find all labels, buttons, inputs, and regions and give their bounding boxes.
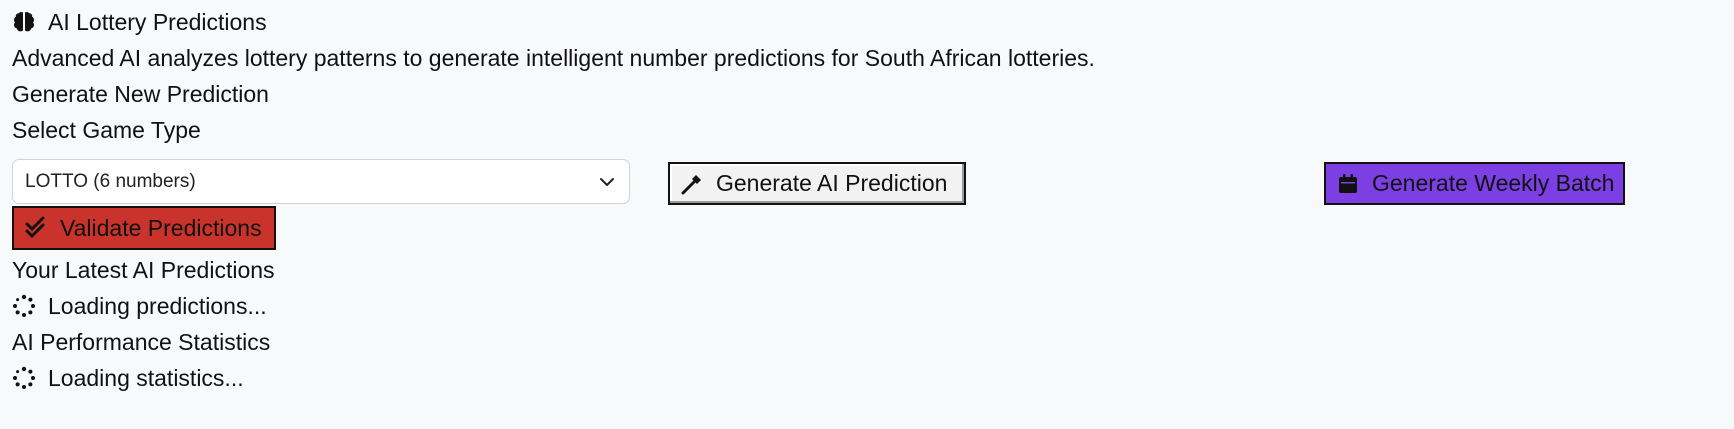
performance-statistics-title: AI Performance Statistics [12, 329, 271, 355]
validate-predictions-button[interactable]: Validate Predictions [12, 206, 276, 250]
double-check-icon [24, 216, 48, 240]
spinner-icon [12, 294, 36, 318]
predictions-loading-row: Loading predictions... [12, 291, 267, 321]
brain-icon [12, 10, 36, 34]
calendar-icon [1336, 172, 1360, 196]
validate-predictions-label: Validate Predictions [60, 214, 262, 241]
page-title-row: AI Lottery Predictions [12, 7, 267, 37]
chevron-down-icon [597, 172, 617, 192]
page-title: AI Lottery Predictions [48, 9, 267, 35]
generate-ai-prediction-label: Generate AI Prediction [716, 170, 948, 196]
spinner-icon [12, 366, 36, 390]
latest-predictions-title: Your Latest AI Predictions [12, 257, 275, 283]
game-type-select[interactable]: LOTTO (6 numbers) [12, 159, 630, 204]
generate-weekly-batch-button[interactable]: Generate Weekly Batch [1324, 162, 1625, 205]
statistics-loading-text: Loading statistics... [48, 365, 244, 391]
ai-predictions-page: AI Lottery Predictions Advanced AI analy… [0, 0, 1734, 429]
generate-weekly-batch-label: Generate Weekly Batch [1372, 170, 1615, 196]
predictions-loading-text: Loading predictions... [48, 293, 267, 319]
generate-section-title: Generate New Prediction [12, 81, 269, 107]
game-type-selected-value: LOTTO (6 numbers) [25, 170, 196, 192]
generate-ai-prediction-button[interactable]: Generate AI Prediction [668, 162, 966, 205]
game-type-label: Select Game Type [12, 117, 201, 143]
statistics-loading-row: Loading statistics... [12, 363, 244, 393]
magic-wand-icon [680, 172, 704, 196]
page-description: Advanced AI analyzes lottery patterns to… [12, 45, 1095, 71]
